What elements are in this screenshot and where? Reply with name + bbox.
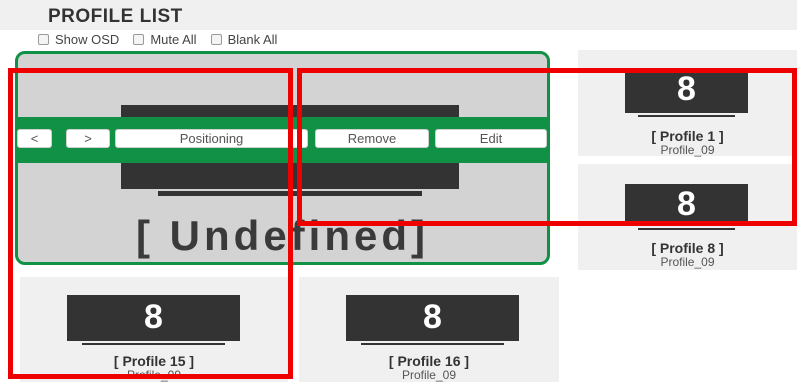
next-button[interactable]: >: [66, 129, 110, 148]
edit-button[interactable]: Edit: [435, 129, 547, 148]
mute-all-checkbox[interactable]: [133, 33, 145, 45]
monitor-stand: [638, 115, 735, 117]
profile-sub: Profile_09: [660, 255, 715, 269]
positioning-button[interactable]: Positioning: [115, 129, 308, 148]
show-osd-option[interactable]: Show OSD: [38, 32, 119, 47]
monitor-icon: 8: [67, 295, 240, 341]
profile-tile[interactable]: 8 [ Profile 1 ] Profile_09: [578, 50, 797, 157]
tile-toolbar: < > Positioning Remove Edit: [15, 117, 550, 163]
show-osd-label: Show OSD: [55, 31, 120, 47]
blank-all-label: Blank All: [227, 31, 278, 47]
profile-sub: Profile_09: [126, 368, 182, 382]
profile-name: [ Profile 1 ]: [651, 128, 724, 144]
monitor-stand: [638, 228, 735, 230]
blank-all-option[interactable]: Blank All: [210, 31, 278, 47]
options-row: Show OSD Mute All Blank All: [38, 31, 291, 47]
profile-tile[interactable]: 8 [ Profile 16 ] Profile_09: [299, 277, 559, 382]
monitor-stand: [158, 191, 422, 196]
monitor-number: 8: [677, 70, 696, 108]
show-osd-checkbox[interactable]: [38, 33, 49, 45]
monitor-icon: 8: [346, 295, 519, 341]
profile-name: [ Profile 8 ]: [651, 240, 724, 256]
monitor-number: 8: [677, 185, 696, 223]
profile-tile[interactable]: 8 [ Profile 15 ] Profile_09: [20, 277, 288, 382]
mute-all-option[interactable]: Mute All: [133, 31, 197, 47]
profile-name: [ Profile 16 ]: [388, 353, 470, 369]
profile-sub: Profile_09: [401, 368, 457, 382]
profile-tile[interactable]: 8 [ Profile 8 ] Profile_09: [578, 164, 797, 270]
monitor-icon: 8: [625, 184, 748, 226]
monitor-number: 8: [423, 298, 442, 336]
mute-all-label: Mute All: [150, 31, 197, 47]
undefined-tile-label: [ Undefined]: [136, 212, 429, 259]
monitor-stand: [361, 343, 504, 345]
header-bar: PROFILE LIST: [0, 0, 797, 30]
monitor-number: 8: [144, 298, 163, 336]
profile-name: [ Profile 15 ]: [113, 353, 195, 369]
blank-all-checkbox[interactable]: [210, 33, 222, 45]
monitor-stand: [82, 343, 225, 345]
monitor-icon: 8: [625, 68, 748, 113]
prev-button[interactable]: <: [17, 129, 52, 148]
page-title: PROFILE LIST: [48, 6, 183, 27]
remove-button[interactable]: Remove: [315, 129, 429, 148]
profile-sub: Profile_09: [660, 143, 715, 157]
